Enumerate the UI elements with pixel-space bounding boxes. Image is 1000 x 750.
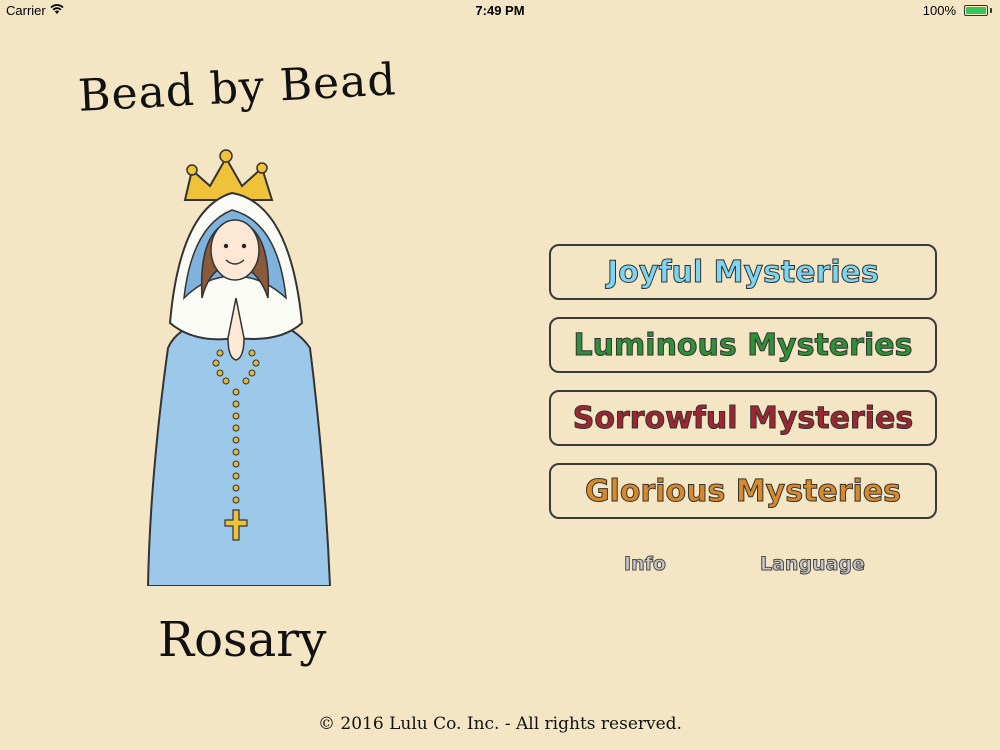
language-link[interactable]: Language (760, 553, 866, 576)
battery-icon (964, 5, 988, 16)
status-time: 7:49 PM (475, 3, 525, 18)
subtitle-rosary: Rosary (158, 612, 327, 668)
joyful-mysteries-button[interactable]: Joyful Mysteries (549, 244, 937, 300)
info-link[interactable]: Info (624, 553, 667, 576)
battery-percent: 100% (922, 3, 956, 18)
copyright-footer: © 2016 Lulu Co. Inc. - All rights reserv… (318, 714, 682, 734)
crown-icon (183, 149, 274, 201)
app-title: Bead by Bead (76, 54, 398, 122)
luminous-mysteries-button[interactable]: Luminous Mysteries (549, 317, 937, 373)
battery-cap (990, 8, 992, 13)
sorrowful-mysteries-button[interactable]: Sorrowful Mysteries (549, 390, 937, 446)
mary-illustration (146, 149, 332, 586)
glorious-mysteries-button[interactable]: Glorious Mysteries (549, 463, 937, 519)
status-bar: Carrier 7:49 PM 100% (0, 0, 1000, 22)
